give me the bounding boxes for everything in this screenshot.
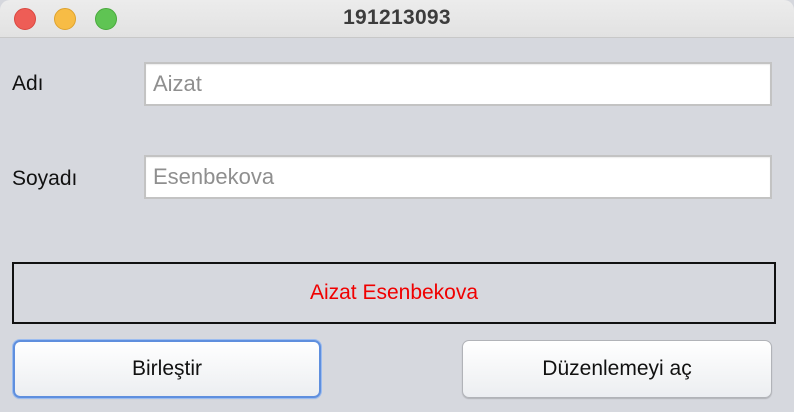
title-bar: 191213093 — [0, 0, 794, 38]
first-name-label: Adı — [12, 72, 44, 95]
window-title: 191213093 — [343, 6, 451, 29]
first-name-field[interactable] — [144, 62, 772, 106]
last-name-label: Soyadı — [12, 167, 78, 190]
last-name-field[interactable] — [144, 155, 772, 199]
combined-name-text: Aizat Esenbekova — [309, 281, 479, 304]
combined-name-display: Aizat Esenbekova — [12, 262, 776, 324]
app-window: 191213093 Adı Soyadı Aizat Esenbekova Bi… — [0, 0, 794, 412]
enable-edit-button[interactable]: Düzenlemeyi aç — [462, 340, 772, 398]
combine-button[interactable]: Birleştir — [13, 340, 321, 398]
